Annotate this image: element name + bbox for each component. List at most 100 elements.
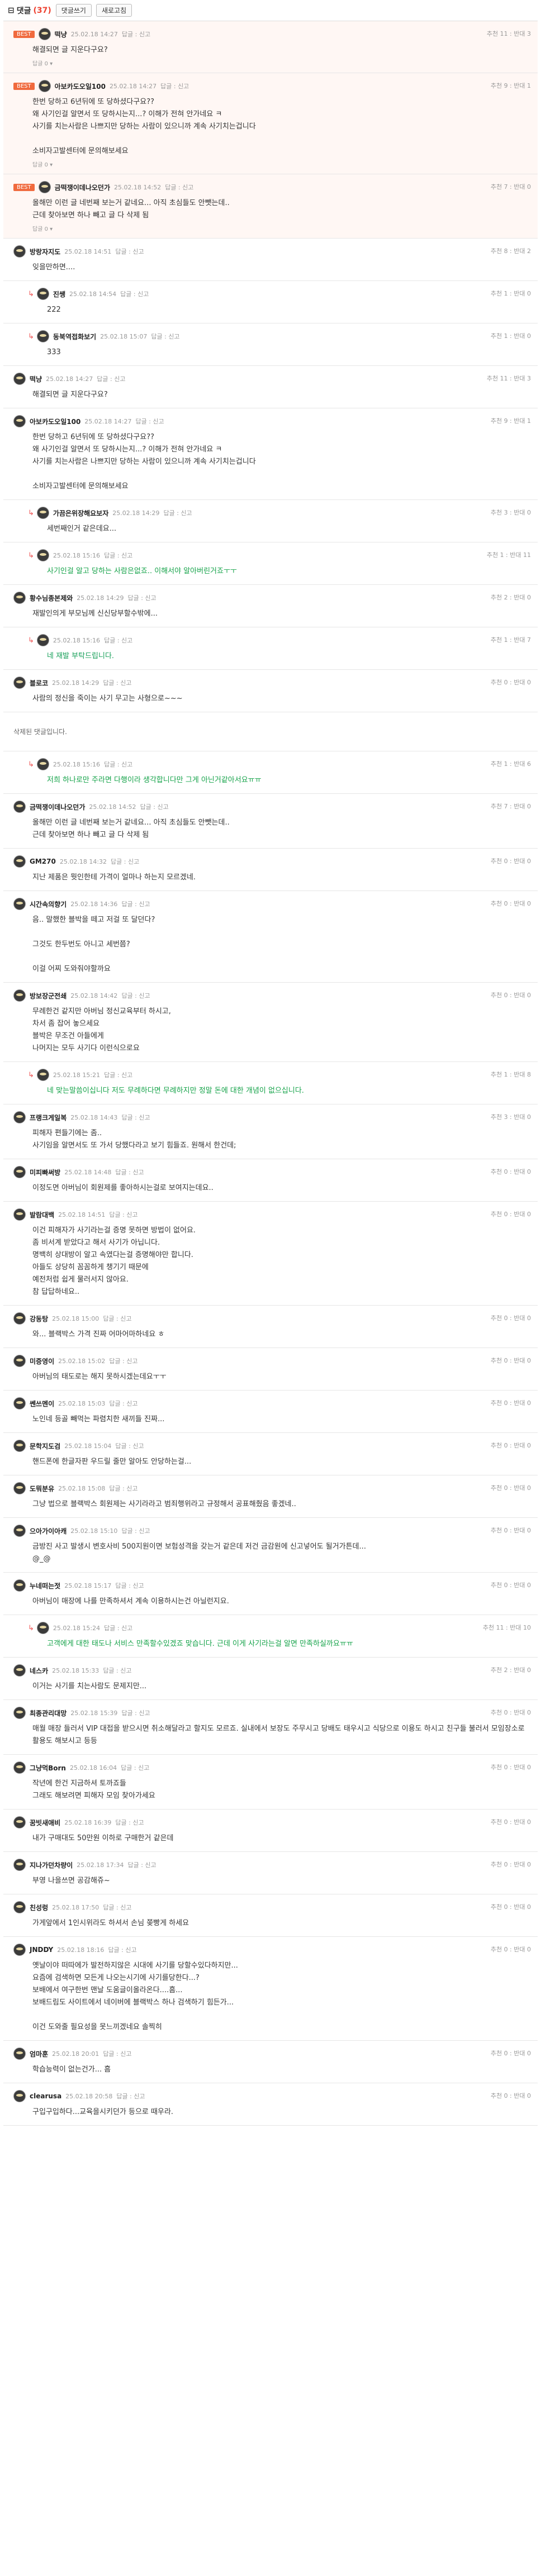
avatar[interactable]	[13, 1707, 26, 1719]
vote-counts[interactable]: 추천 1 : 반대 11	[487, 550, 531, 559]
write-comment-button[interactable]: 댓글쓰기	[55, 4, 92, 17]
vote-counts[interactable]: 추천 0 : 반대 0	[491, 1708, 531, 1717]
comment-actions[interactable]: 답글 : 신고	[127, 1860, 156, 1869]
vote-counts[interactable]: 추천 3 : 반대 0	[491, 1112, 531, 1121]
vote-counts[interactable]: 추천 0 : 반대 0	[491, 2049, 531, 2058]
comment-actions[interactable]: 답글 : 신고	[104, 551, 132, 560]
vote-counts[interactable]: 추천 0 : 반대 0	[491, 899, 531, 908]
nickname[interactable]: 아보카도오일100	[55, 82, 106, 91]
comment-actions[interactable]: 답글 : 신고	[97, 374, 125, 383]
vote-counts[interactable]: 추천 0 : 반대 0	[491, 2091, 531, 2100]
comment-actions[interactable]: 답글 : 신고	[163, 508, 192, 517]
avatar[interactable]	[13, 592, 26, 604]
comment-actions[interactable]: 답글 : 신고	[121, 1113, 150, 1122]
vote-counts[interactable]: 추천 1 : 반대 0	[491, 289, 531, 298]
comment-actions[interactable]: 답글 : 신고	[116, 2092, 145, 2101]
comment-actions[interactable]: 답글 : 신고	[127, 593, 156, 602]
vote-counts[interactable]: 추천 0 : 반대 0	[491, 856, 531, 865]
avatar[interactable]	[13, 1355, 26, 1367]
nickname[interactable]: 도뭐분유	[30, 1484, 54, 1493]
comment-actions[interactable]: 답글 : 신고	[115, 247, 144, 256]
comment-actions[interactable]: 답글 : 신고	[165, 183, 193, 192]
nickname[interactable]: 가끔은위장해요보자	[53, 508, 108, 518]
vote-counts[interactable]: 추천 0 : 반대 0	[491, 1526, 531, 1535]
avatar[interactable]	[13, 1901, 26, 1913]
nickname[interactable]: 블로코	[30, 678, 48, 688]
comment-actions[interactable]: 답글 : 신고	[135, 417, 164, 426]
vote-counts[interactable]: 추천 0 : 반대 0	[491, 678, 531, 687]
avatar[interactable]	[36, 634, 49, 646]
comment-actions[interactable]: 답글 : 신고	[103, 678, 131, 687]
avatar[interactable]	[13, 1761, 26, 1774]
avatar[interactable]	[13, 989, 26, 1002]
vote-counts[interactable]: 추천 0 : 반대 0	[491, 1580, 531, 1589]
nickname[interactable]: 진쌩	[53, 289, 65, 299]
vote-counts[interactable]: 추천 0 : 반대 0	[491, 1483, 531, 1492]
vote-counts[interactable]: 추천 0 : 반대 0	[491, 1945, 531, 1954]
nickname[interactable]: 동북역접화보기	[53, 332, 96, 341]
vote-counts[interactable]: 추천 0 : 반대 0	[491, 1860, 531, 1869]
nickname[interactable]: 문학지도검	[30, 1441, 60, 1451]
comment-actions[interactable]: 답글 : 신고	[140, 802, 169, 811]
avatar[interactable]	[36, 1069, 49, 1081]
vote-counts[interactable]: 추천 7 : 반대 0	[491, 182, 531, 191]
nickname[interactable]: 미증영이	[30, 1356, 54, 1366]
nickname[interactable]: 황수님종본제와	[30, 593, 73, 603]
avatar[interactable]	[13, 2048, 26, 2060]
vote-counts[interactable]: 추천 1 : 반대 8	[491, 1070, 531, 1079]
nickname[interactable]: 강동탕	[30, 1314, 48, 1323]
avatar[interactable]	[13, 1579, 26, 1592]
avatar[interactable]	[13, 1397, 26, 1410]
comment-actions[interactable]: 답글 : 신고	[115, 1581, 144, 1590]
comment-actions[interactable]: 답글 : 신고	[121, 1763, 149, 1772]
avatar[interactable]	[36, 1622, 49, 1634]
nickname[interactable]: 미피빠써방	[30, 1168, 60, 1177]
nickname[interactable]: 시간속의향기	[30, 899, 67, 909]
comment-actions[interactable]: 답글 : 신고	[120, 289, 149, 298]
reply-toggle-button[interactable]: 답글 0 ▾	[32, 59, 531, 67]
vote-counts[interactable]: 추천 0 : 반대 0	[491, 1356, 531, 1365]
vote-counts[interactable]: 추천 11 : 반대 10	[483, 1623, 531, 1632]
comment-actions[interactable]: 답글 : 신고	[108, 1945, 136, 1954]
comment-actions[interactable]: 답글 : 신고	[103, 2049, 131, 2058]
avatar[interactable]	[13, 1944, 26, 1956]
nickname[interactable]: 누네떠는젓	[30, 1581, 60, 1591]
comment-actions[interactable]: 답글 : 신고	[115, 1441, 144, 1450]
comment-actions[interactable]: 답글 : 신고	[109, 1356, 137, 1365]
avatar[interactable]	[36, 330, 49, 342]
nickname[interactable]: 방보장군전쇄	[30, 991, 67, 1001]
comment-actions[interactable]: 답글 : 신고	[122, 30, 150, 39]
avatar[interactable]	[36, 549, 49, 561]
vote-counts[interactable]: 추천 3 : 반대 0	[491, 508, 531, 517]
comment-actions[interactable]: 답글 : 신고	[104, 760, 132, 769]
vote-counts[interactable]: 추천 11 : 반대 3	[487, 29, 531, 38]
avatar[interactable]	[13, 1816, 26, 1829]
avatar[interactable]	[13, 1166, 26, 1178]
refresh-button[interactable]: 새로고침	[96, 4, 132, 17]
avatar[interactable]	[13, 898, 26, 910]
avatar[interactable]	[13, 1664, 26, 1677]
comment-actions[interactable]: 답글 : 신고	[104, 1623, 132, 1632]
nickname[interactable]: 금떡쟁이데나오던가	[30, 802, 85, 812]
avatar[interactable]	[13, 1525, 26, 1537]
vote-counts[interactable]: 추천 1 : 반대 7	[491, 635, 531, 644]
nickname[interactable]: 꿈빗새애비	[30, 1818, 60, 1827]
nickname[interactable]: JNDDY	[30, 1946, 53, 1954]
nickname[interactable]: 아보카도오일100	[30, 417, 80, 426]
vote-counts[interactable]: 추천 11 : 반대 3	[487, 374, 531, 383]
vote-counts[interactable]: 추천 0 : 반대 0	[491, 1398, 531, 1407]
avatar[interactable]	[13, 415, 26, 427]
vote-counts[interactable]: 추천 8 : 반대 2	[491, 246, 531, 255]
avatar[interactable]	[36, 288, 49, 300]
vote-counts[interactable]: 추천 0 : 반대 0	[491, 1313, 531, 1322]
comment-actions[interactable]: 답글 : 신고	[121, 899, 150, 908]
nickname[interactable]: 발람대백	[30, 1210, 54, 1220]
nickname[interactable]: clearusa	[30, 2092, 61, 2100]
comment-actions[interactable]: 답글 : 신고	[109, 1210, 137, 1219]
nickname[interactable]: 으아가이아캐	[30, 1526, 67, 1536]
avatar[interactable]	[13, 1482, 26, 1494]
avatar[interactable]	[13, 373, 26, 385]
nickname[interactable]: 떡냥	[55, 30, 67, 39]
comment-actions[interactable]: 답글 : 신고	[109, 1399, 137, 1408]
comment-actions[interactable]: 답글 : 신고	[115, 1168, 144, 1177]
